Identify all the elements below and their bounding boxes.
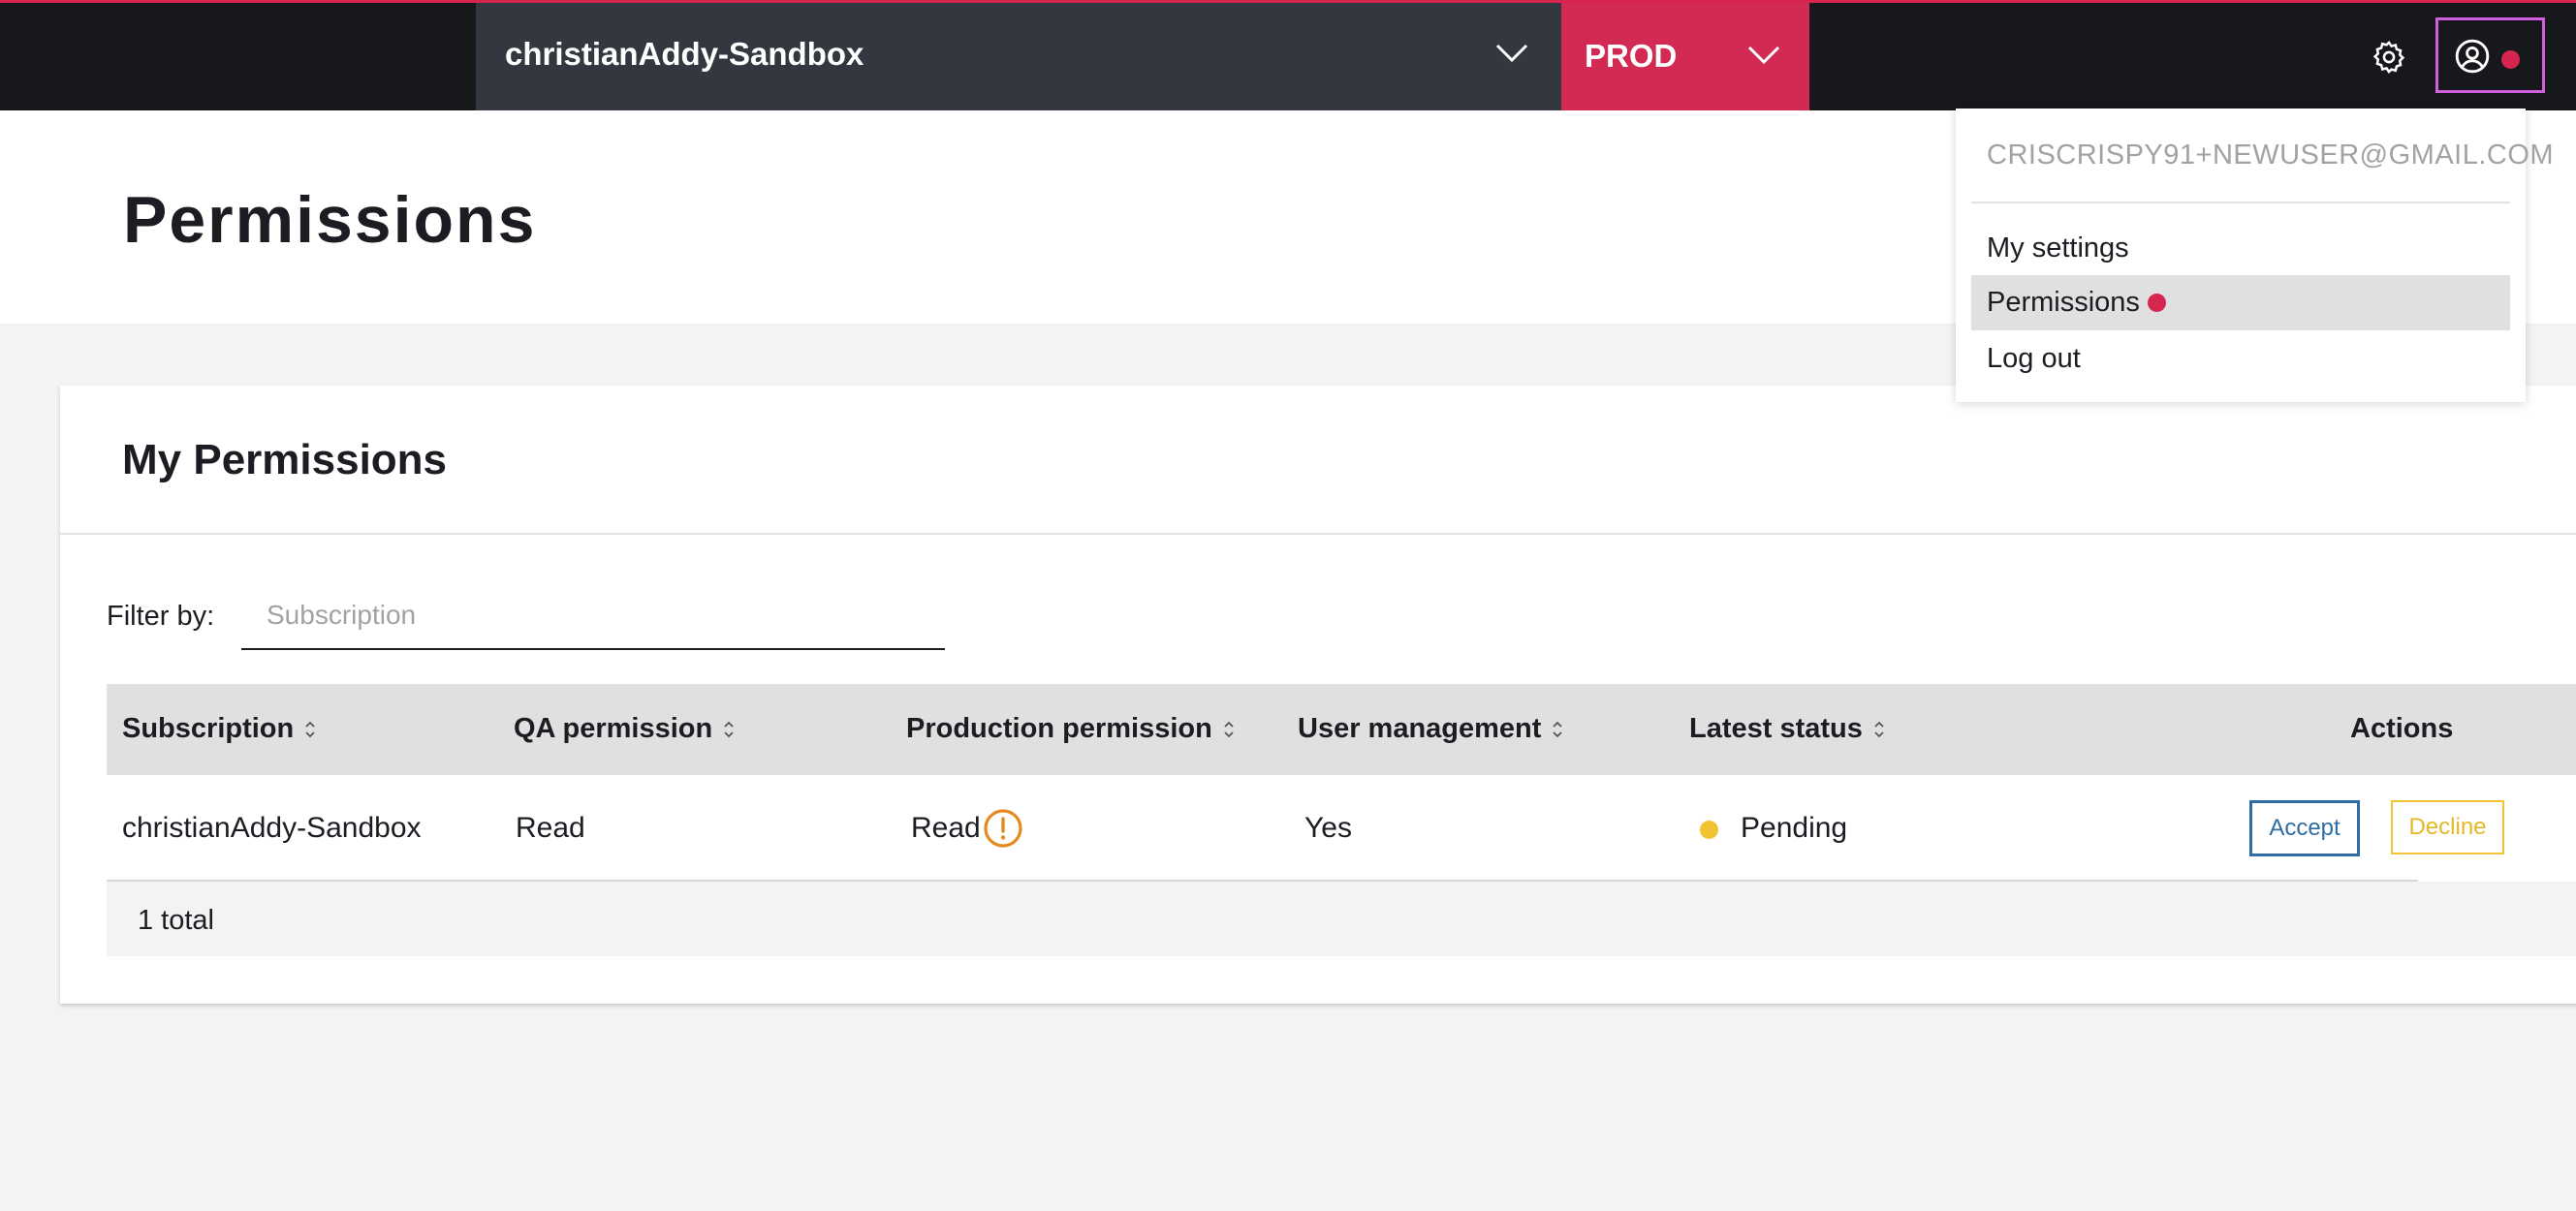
column-header-label: Latest status — [1689, 713, 1863, 744]
sort-icon — [305, 721, 315, 737]
table-footer: 1 total — [107, 882, 2576, 956]
divider — [1971, 202, 2510, 203]
menu-item-label: My settings — [1987, 233, 2129, 264]
sort-icon — [1874, 721, 1884, 737]
notification-dot — [2147, 294, 2166, 312]
user-circle-icon — [2455, 39, 2490, 74]
table-row: christianAddy-Sandbox Read Read Yes Pend… — [107, 775, 2576, 880]
column-header-production-permission[interactable]: Production permission — [906, 713, 1236, 745]
column-header-label: User management — [1298, 713, 1542, 744]
gear-icon[interactable] — [2371, 39, 2407, 76]
permissions-card: My Permissions Filter by: Subscription Q… — [60, 386, 2576, 1004]
status-dot-icon — [1700, 821, 1718, 839]
column-header-subscription[interactable]: Subscription — [122, 713, 317, 745]
user-menu-button[interactable] — [2435, 17, 2545, 93]
menu-item-label: Permissions — [1987, 287, 2140, 318]
environment-selector[interactable]: christianAddy-Sandbox — [476, 3, 1561, 110]
user-email: CRISCRISPY91+NEWUSER@GMAIL.COM — [1987, 140, 2555, 171]
table-header: Subscription QA permission Production pe… — [107, 684, 2576, 775]
menu-item-label: Log out — [1987, 343, 2081, 374]
stage-selector[interactable]: PROD — [1561, 3, 1809, 110]
menu-item-my-settings[interactable]: My settings — [1971, 221, 2510, 276]
cell-production-permission-value: Read — [911, 812, 981, 844]
status-label: Pending — [1741, 812, 1848, 844]
user-dropdown-menu: CRISCRISPY91+NEWUSER@GMAIL.COM My settin… — [1956, 109, 2554, 402]
stage-selector-label: PROD — [1585, 38, 1678, 74]
cell-subscription: christianAddy-Sandbox — [122, 812, 422, 844]
environment-selector-label: christianAddy-Sandbox — [505, 36, 864, 72]
sort-icon — [1224, 721, 1234, 737]
chevron-down-icon — [1495, 44, 1528, 63]
sort-icon — [1553, 721, 1563, 737]
cell-production-permission: Read — [911, 809, 1022, 848]
column-header-qa-permission[interactable]: QA permission — [514, 713, 736, 745]
column-header-label: QA permission — [514, 713, 713, 744]
filter-label: Filter by: — [107, 601, 215, 632]
chevron-down-icon — [1747, 46, 1780, 65]
subscription-filter-input[interactable] — [241, 582, 945, 650]
page-title: Permissions — [123, 183, 537, 257]
total-count: 1 total — [138, 905, 214, 936]
menu-item-permissions[interactable]: Permissions — [1971, 275, 2510, 330]
cell-user-management: Yes — [1304, 812, 1352, 844]
card-title: My Permissions — [122, 436, 448, 483]
sort-icon — [724, 721, 734, 737]
column-header-actions: Actions — [2350, 713, 2453, 745]
menu-item-log-out[interactable]: Log out — [1971, 331, 2510, 387]
decline-button[interactable]: Decline — [2391, 800, 2504, 854]
cell-latest-status: Pending — [1700, 812, 1847, 845]
accept-button[interactable]: Accept — [2249, 800, 2360, 856]
cell-qa-permission: Read — [516, 812, 585, 844]
divider — [60, 533, 2576, 535]
warning-icon[interactable] — [983, 808, 1023, 849]
column-header-latest-status[interactable]: Latest status — [1689, 713, 1886, 745]
column-header-user-management[interactable]: User management — [1298, 713, 1564, 745]
top-navigation-bar: christianAddy-Sandbox PROD — [0, 0, 2576, 110]
column-header-label: Subscription — [122, 713, 295, 744]
column-header-label: Production permission — [906, 713, 1212, 744]
notification-dot — [2501, 50, 2520, 69]
column-header-label: Actions — [2350, 713, 2454, 744]
